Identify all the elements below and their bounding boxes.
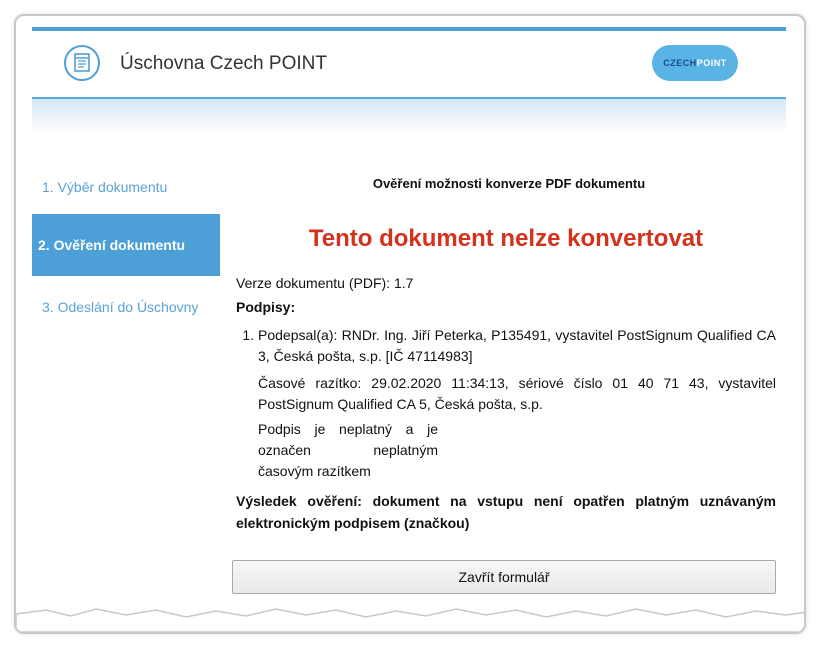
pdf-version: Verze dokumentu (PDF): 1.7 bbox=[236, 275, 414, 291]
signature-item: Podepsal(a): RNDr. Ing. Jiří Peterka, P1… bbox=[258, 325, 776, 482]
app-title: Úschovna Czech POINT bbox=[120, 53, 327, 74]
signature-status: Podpis je neplatný a je označen neplatný… bbox=[258, 421, 438, 479]
page-heading: Ověření možnosti konverze PDF dokumentu bbox=[372, 176, 646, 191]
app-header: Úschovna Czech POINT CZECH POINT bbox=[32, 31, 786, 97]
nav-step-send-to-storage[interactable]: 3. Odeslání do Úschovny bbox=[32, 276, 220, 338]
error-message: Tento dokument nelze konvertovat bbox=[308, 225, 704, 252]
czech-point-logo: CZECH POINT bbox=[652, 45, 738, 81]
main-content: Ověření možnosti konverze PDF dokumentu … bbox=[236, 176, 776, 534]
verification-result: Výsledek ověření: dokument na vstupu nen… bbox=[236, 493, 776, 531]
nav-step-verify-document[interactable]: 2. Ověření dokumentu bbox=[32, 214, 220, 276]
signature-list: Podepsal(a): RNDr. Ing. Jiří Peterka, P1… bbox=[236, 325, 776, 482]
document-icon bbox=[64, 45, 100, 81]
step-navigation: 1. Výběr dokumentu 2. Ověření dokumentu … bbox=[32, 166, 220, 338]
nav-step-select-document[interactable]: 1. Výběr dokumentu bbox=[32, 166, 220, 214]
torn-edge bbox=[16, 608, 804, 632]
signatures-label: Podpisy: bbox=[236, 299, 296, 315]
close-form-button[interactable]: Zavřít formulář bbox=[232, 560, 776, 594]
logo-text-right: POINT bbox=[696, 58, 727, 68]
signed-by: Podepsal(a): RNDr. Ing. Jiří Peterka, P1… bbox=[258, 327, 776, 364]
header-gradient-band bbox=[32, 97, 786, 133]
window-frame: Úschovna Czech POINT CZECH POINT 1. Výběr… bbox=[14, 14, 806, 634]
logo-text-left: CZECH bbox=[663, 58, 697, 68]
timestamp-info: Časové razítko: 29.02.2020 11:34:13, sér… bbox=[258, 375, 776, 412]
